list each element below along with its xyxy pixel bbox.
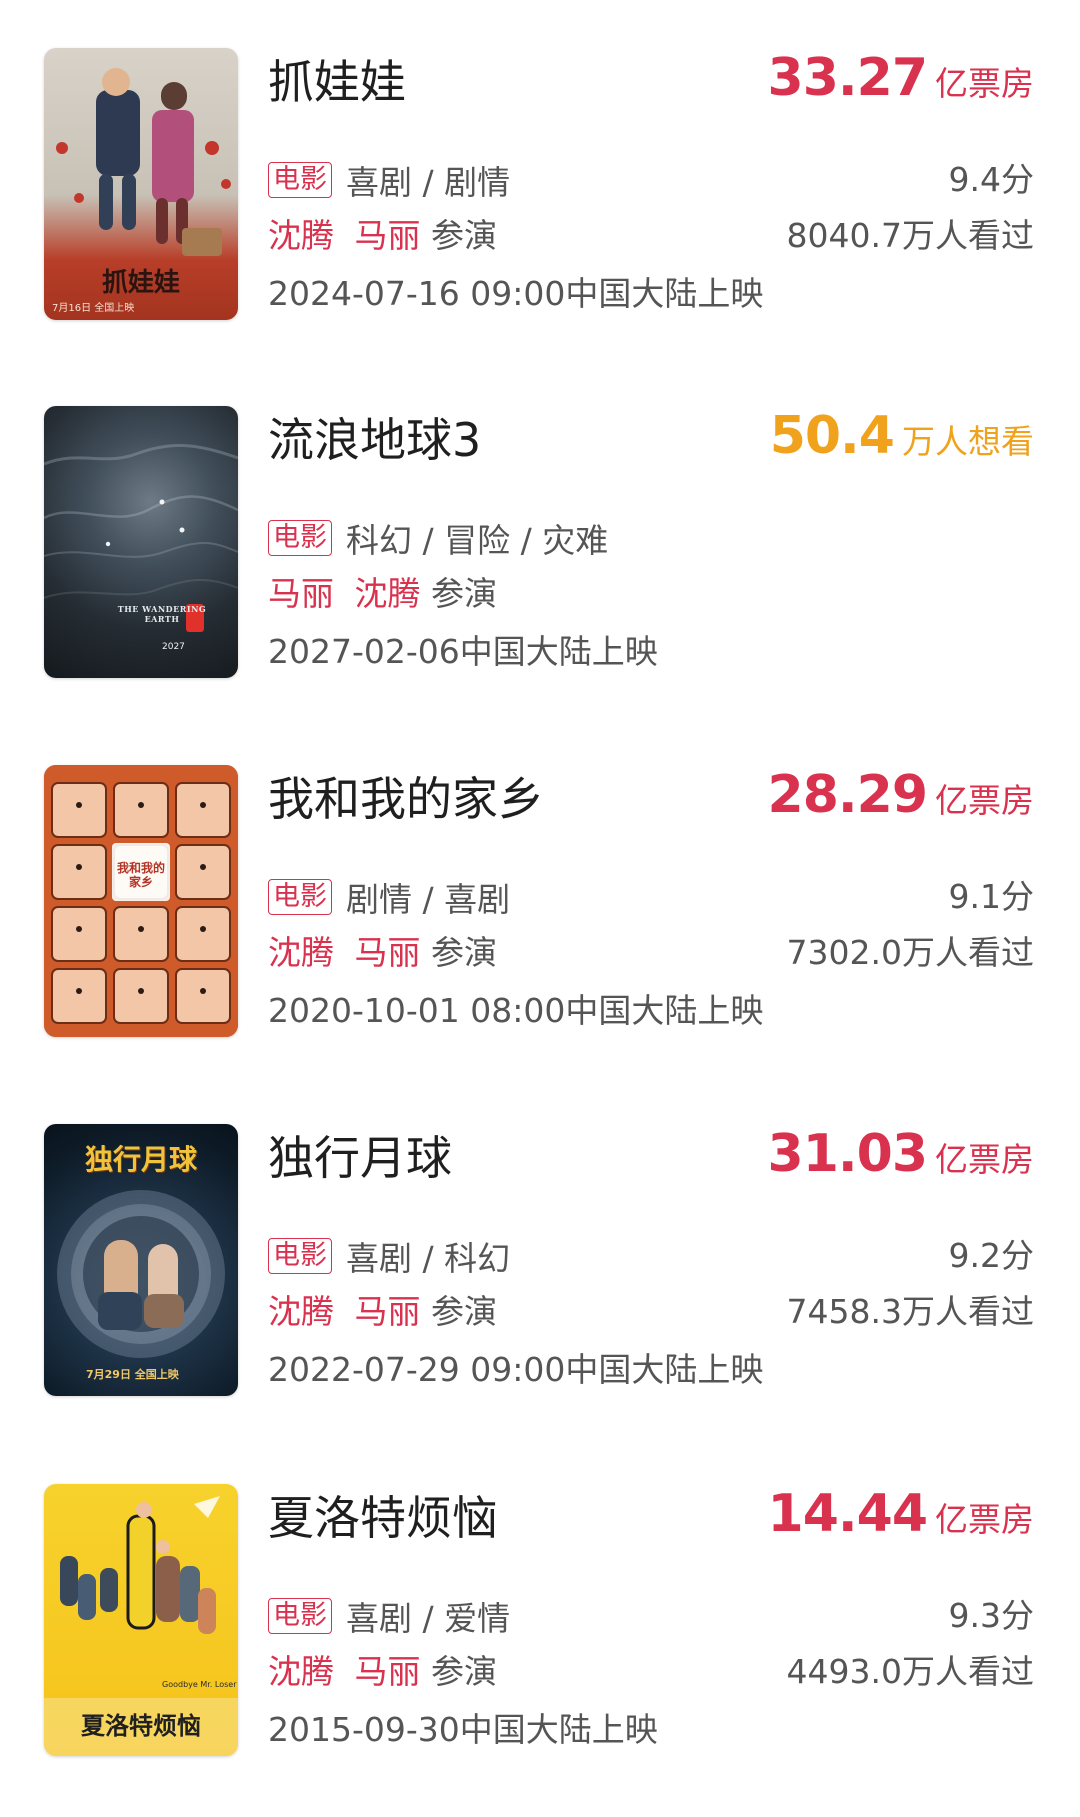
movie-poster[interactable]: 独行月球 7月29日 全国上映 [44, 1124, 238, 1396]
movie-title[interactable]: 我和我的家乡 [268, 771, 544, 827]
poster-date: 2027 [162, 642, 185, 652]
viewers-count: 8040.7万人看过 [786, 216, 1034, 255]
release-date: 2020-10-01 08:00中国大陆上映 [268, 991, 764, 1030]
movie-title[interactable]: 抓娃娃 [268, 54, 406, 110]
genre-text: 喜剧 / 科幻 [346, 1239, 511, 1278]
actor-name[interactable]: 马丽 [355, 933, 421, 972]
genre-row: 电影 喜剧 / 爱情 [268, 1594, 510, 1638]
actor-name[interactable]: 马丽 [355, 216, 421, 255]
metric-unit: 亿票房 [935, 1140, 1034, 1179]
actor-name[interactable]: 马丽 [268, 574, 334, 613]
movie-badge: 电影 [268, 162, 332, 198]
movie-title[interactable]: 流浪地球3 [268, 412, 481, 468]
cast-suffix: 参演 [431, 216, 497, 255]
poster-date: 7月16日 全国上映 [52, 303, 135, 314]
movie-title[interactable]: 夏洛特烦恼 [268, 1490, 498, 1546]
genre-row: 电影 喜剧 / 剧情 [268, 158, 510, 202]
rating-score: 9.3分 [948, 1596, 1034, 1635]
movie-card[interactable]: THE WANDERING EARTH 2027 流浪地球3 50.4 万人想看 … [0, 406, 1080, 678]
metric-unit: 亿票房 [935, 1500, 1034, 1539]
viewers-count: 4493.0万人看过 [786, 1652, 1034, 1691]
metric-value: 31.03 [767, 1124, 928, 1184]
release-date: 2022-07-29 09:00中国大陆上映 [268, 1350, 764, 1389]
actor-name[interactable]: 沈腾 [355, 574, 421, 613]
movie-card[interactable]: 夏洛特烦恼 Goodbye Mr. Loser 夏洛特烦恼 14.44 亿票房 电… [0, 1484, 1080, 1756]
poster-date: Goodbye Mr. Loser [162, 1680, 237, 1689]
genre-text: 喜剧 / 剧情 [346, 163, 511, 202]
genre-row: 电影 科幻 / 冒险 / 灾难 [268, 516, 608, 560]
cast-row: 沈腾 马丽 参演 [268, 1290, 497, 1334]
cast-suffix: 参演 [431, 574, 497, 613]
poster-title: 我和我的家乡 [116, 861, 165, 889]
movie-title[interactable]: 独行月球 [268, 1130, 452, 1186]
rating-score: 9.2分 [948, 1236, 1034, 1275]
actor-name[interactable]: 马丽 [355, 1292, 421, 1331]
want-to-see-metric: 50.4 万人想看 [770, 406, 1034, 466]
poster-date: 7月29日 全国上映 [86, 1368, 179, 1381]
poster-title: 夏洛特烦恼 [81, 1711, 201, 1740]
movie-card[interactable]: 我和我的家乡 我和我的家乡 28.29 亿票房 电影 剧情 / 喜剧 9.1分 沈… [0, 765, 1080, 1037]
genre-text: 科幻 / 冒险 / 灾难 [346, 521, 609, 560]
movie-card[interactable]: 抓娃娃 7月16日 全国上映 抓娃娃 33.27 亿票房 电影 喜剧 / 剧情 9… [0, 48, 1080, 320]
movie-poster[interactable]: 抓娃娃 7月16日 全国上映 [44, 48, 238, 320]
metric-value: 28.29 [767, 765, 928, 825]
metric-value: 33.27 [767, 48, 928, 108]
poster-illustration-2 [44, 443, 238, 632]
rating-score: 9.1分 [948, 877, 1034, 916]
cast-row: 沈腾 马丽 参演 [268, 931, 497, 975]
movie-poster[interactable]: 夏洛特烦恼 Goodbye Mr. Loser [44, 1484, 238, 1756]
movie-badge: 电影 [268, 520, 332, 556]
actor-name[interactable]: 沈腾 [268, 216, 334, 255]
metric-unit: 万人想看 [902, 422, 1034, 461]
cast-row: 沈腾 马丽 参演 [268, 214, 497, 258]
viewers-count: 7458.3万人看过 [786, 1292, 1034, 1331]
metric-value: 50.4 [769, 406, 895, 466]
poster-title: THE WANDERING EARTH [117, 604, 207, 624]
cast-suffix: 参演 [431, 1292, 497, 1331]
movie-list: 抓娃娃 7月16日 全国上映 抓娃娃 33.27 亿票房 电影 喜剧 / 剧情 9… [0, 0, 1080, 1817]
viewers-count: 7302.0万人看过 [786, 933, 1034, 972]
box-office-metric: 28.29 亿票房 [768, 765, 1034, 825]
actor-name[interactable]: 沈腾 [268, 1292, 334, 1331]
cast-suffix: 参演 [431, 1652, 497, 1691]
cast-row: 沈腾 马丽 参演 [268, 1650, 497, 1694]
actor-name[interactable]: 沈腾 [268, 1652, 334, 1691]
movie-badge: 电影 [268, 879, 332, 915]
movie-card[interactable]: 独行月球 7月29日 全国上映 独行月球 31.03 亿票房 电影 喜剧 / 科幻… [0, 1124, 1080, 1396]
box-office-metric: 33.27 亿票房 [768, 48, 1034, 108]
movie-badge: 电影 [268, 1238, 332, 1274]
genre-row: 电影 剧情 / 喜剧 [268, 875, 510, 919]
movie-badge: 电影 [268, 1598, 332, 1634]
cast-row: 马丽 沈腾 参演 [268, 572, 497, 616]
genre-text: 剧情 / 喜剧 [346, 880, 511, 919]
poster-title: 抓娃娃 [101, 268, 180, 298]
poster-illustration-3 [44, 765, 238, 1037]
metric-unit: 亿票房 [935, 781, 1034, 820]
poster-title: 独行月球 [84, 1143, 197, 1176]
movie-poster[interactable]: THE WANDERING EARTH 2027 [44, 406, 238, 678]
rating-score: 9.4分 [948, 160, 1034, 199]
cast-suffix: 参演 [431, 933, 497, 972]
actor-name[interactable]: 沈腾 [268, 933, 334, 972]
release-date: 2015-09-30中国大陆上映 [268, 1710, 658, 1749]
genre-text: 喜剧 / 爱情 [346, 1599, 511, 1638]
box-office-metric: 14.44 亿票房 [768, 1484, 1034, 1544]
movie-poster[interactable]: 我和我的家乡 [44, 765, 238, 1037]
box-office-metric: 31.03 亿票房 [768, 1124, 1034, 1184]
genre-row: 电影 喜剧 / 科幻 [268, 1234, 510, 1278]
metric-unit: 亿票房 [935, 64, 1034, 103]
actor-name[interactable]: 马丽 [355, 1652, 421, 1691]
metric-value: 14.44 [767, 1484, 928, 1544]
release-date: 2027-02-06中国大陆上映 [268, 632, 658, 671]
release-date: 2024-07-16 09:00中国大陆上映 [268, 274, 764, 313]
